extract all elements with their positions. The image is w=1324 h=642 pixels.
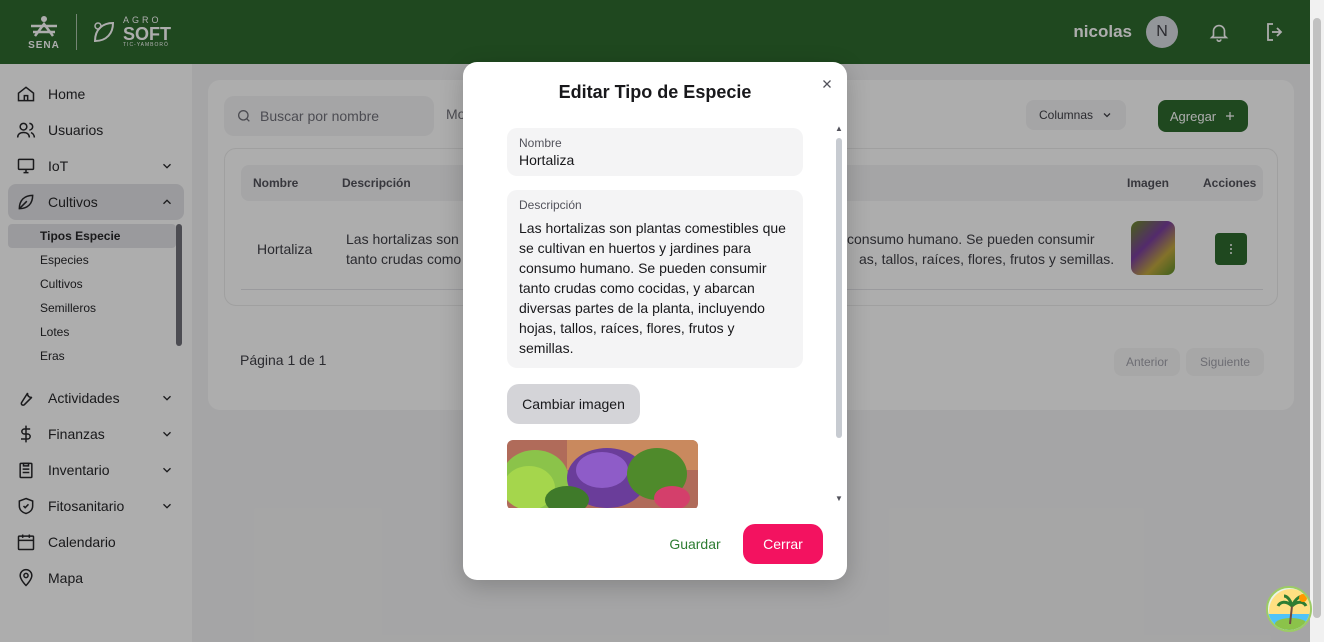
save-button[interactable]: Guardar [655,524,735,564]
name-field-label: Nombre [519,136,562,150]
image-preview [507,440,698,508]
modal-scrollbar[interactable] [836,138,842,438]
modal-body: Nombre Hortaliza Descripción Las hortali… [507,128,803,508]
change-image-button[interactable]: Cambiar imagen [507,384,640,424]
cancel-button[interactable]: Cerrar [743,524,823,564]
close-icon[interactable] [817,74,837,94]
name-field[interactable]: Nombre Hortaliza [507,128,803,176]
floating-assistant-icon[interactable] [1266,586,1312,632]
modal-title: Editar Tipo de Especie [558,82,752,102]
name-field-value[interactable]: Hortaliza [519,152,791,168]
description-field[interactable]: Descripción Las hortalizas son plantas c… [507,190,803,368]
scroll-down-icon[interactable]: ▼ [835,494,843,503]
description-textarea[interactable]: Las hortalizas son plantas comestibles q… [519,218,791,358]
description-field-label: Descripción [519,198,582,212]
window-scrollbar[interactable] [1310,0,1324,642]
scroll-up-icon[interactable]: ▲ [835,124,843,133]
edit-species-type-modal: Editar Tipo de Especie Nombre Hortaliza … [463,62,847,580]
